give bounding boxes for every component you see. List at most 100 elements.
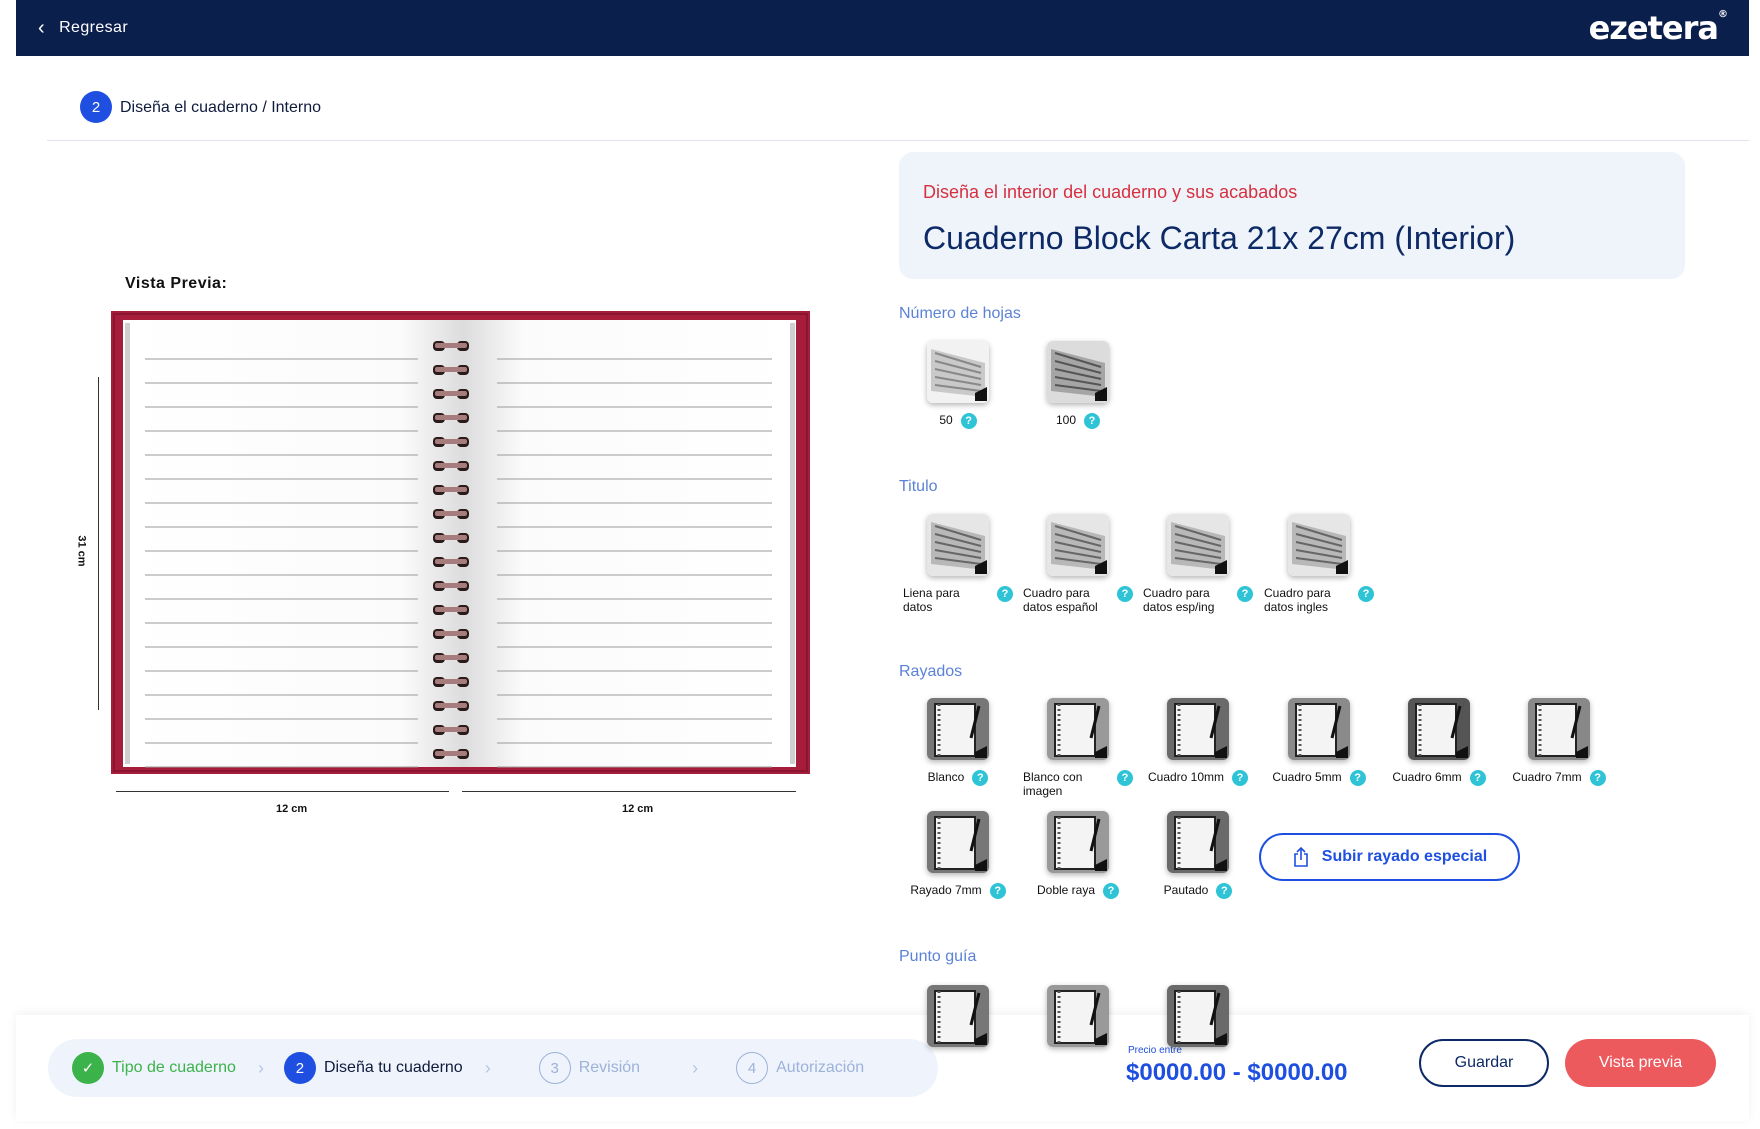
option-titulo-4[interactable]: Cuadro para datos ingles?	[1264, 514, 1374, 614]
step-revision[interactable]: 3 Revisión	[538, 1052, 641, 1084]
product-title: Cuaderno Block Carta 21x 27cm (Interior)	[923, 220, 1516, 256]
thumbnail	[927, 985, 989, 1047]
height-dimension-line	[98, 377, 99, 710]
option-label: Cuadro para datos español	[1023, 586, 1098, 614]
step-tipo-de-cuaderno[interactable]: ✓ Tipo de cuaderno	[72, 1052, 236, 1084]
upload-special-ruling-button[interactable]: Subir rayado especial	[1259, 833, 1520, 881]
progress-stepper: ✓ Tipo de cuaderno › 2 Diseña tu cuadern…	[48, 1039, 938, 1097]
step-label: Autorización	[776, 1059, 865, 1076]
option-label: Rayado 7mm	[910, 883, 982, 897]
check-icon: ✓	[72, 1052, 104, 1084]
help-icon[interactable]: ?	[997, 586, 1013, 602]
thumbnail	[1047, 698, 1109, 760]
help-icon[interactable]: ?	[1358, 586, 1374, 602]
option-punto-2[interactable]	[1023, 985, 1133, 1047]
thumbnail	[1047, 985, 1109, 1047]
step-number: 3	[538, 1052, 571, 1084]
help-icon[interactable]: ?	[1349, 770, 1366, 786]
thumbnail	[1288, 698, 1350, 760]
thumbnail	[927, 514, 989, 576]
option-label: Blanco	[927, 770, 965, 784]
help-icon[interactable]: ?	[960, 413, 977, 429]
left-width-dimension-line	[116, 791, 449, 792]
step-title: Diseña el cuaderno / Interno	[120, 99, 322, 116]
option-label: Doble raya	[1036, 883, 1096, 897]
option-rayado-7[interactable]: Rayado 7mm?	[903, 811, 1013, 899]
thumbnail	[1167, 811, 1229, 873]
thumbnail	[927, 811, 989, 873]
chevron-right-icon: ›	[484, 1057, 491, 1078]
left-width-label: 12 cm	[276, 803, 308, 815]
help-icon[interactable]: ?	[972, 770, 989, 786]
option-label: Cuadro 6mm	[1392, 770, 1462, 784]
step-autorizacion[interactable]: 4 Autorización	[736, 1052, 864, 1084]
thumbnail	[1167, 985, 1229, 1047]
help-icon[interactable]: ?	[1117, 586, 1133, 602]
help-icon[interactable]: ?	[1469, 770, 1486, 786]
section-title-hojas: Número de hojas	[899, 305, 1021, 322]
option-rayado-2[interactable]: Blanco con imagen?	[1023, 698, 1133, 798]
option-label: 100	[1055, 413, 1077, 427]
step-disena-tu-cuaderno[interactable]: 2 Diseña tu cuaderno	[283, 1052, 463, 1084]
option-label: 50	[939, 413, 953, 427]
option-label: Cuadro 5mm	[1272, 770, 1342, 784]
step-number-badge: 2	[80, 91, 112, 123]
upload-icon	[1293, 847, 1308, 867]
option-punto-3[interactable]	[1143, 985, 1253, 1047]
preview-button[interactable]: Vista previa	[1565, 1039, 1716, 1087]
option-label: Cuadro 10mm	[1147, 770, 1225, 784]
option-hojas-50[interactable]: 50?	[903, 341, 1013, 429]
pages-thumbnail	[927, 341, 989, 403]
option-titulo-1[interactable]: Liena para datos?	[903, 514, 1013, 614]
thumbnail	[1047, 811, 1109, 873]
option-rayado-5[interactable]: Cuadro 6mm?	[1384, 698, 1494, 786]
notebook-preview	[111, 311, 810, 774]
section-title-titulo: Titulo	[899, 478, 938, 495]
save-button[interactable]: Guardar	[1419, 1039, 1549, 1087]
option-label: Pautado	[1163, 883, 1209, 897]
option-punto-1[interactable]	[903, 985, 1013, 1047]
option-rayado-1[interactable]: Blanco?	[903, 698, 1013, 786]
option-label: Cuadro para datos ingles	[1264, 586, 1331, 614]
chevron-right-icon: ›	[692, 1057, 699, 1078]
upload-label: Subir rayado especial	[1321, 848, 1488, 865]
help-icon[interactable]: ?	[1232, 770, 1249, 786]
section-title-punto: Punto guía	[899, 948, 977, 965]
step-number: 2	[283, 1052, 316, 1084]
thumbnail	[1288, 514, 1350, 576]
option-label: Blanco con imagen	[1023, 770, 1083, 798]
thumbnail	[1047, 514, 1109, 576]
chevron-right-icon: ›	[257, 1057, 264, 1078]
help-icon[interactable]: ?	[989, 883, 1006, 899]
top-bar: ‹ Regresar ezetera®	[16, 0, 1749, 56]
help-icon[interactable]: ?	[1216, 883, 1233, 899]
back-button[interactable]: ‹ Regresar	[38, 18, 128, 38]
help-icon[interactable]: ?	[1237, 586, 1253, 602]
product-subtitle: Diseña el interior del cuaderno y sus ac…	[923, 182, 1298, 202]
section-title-rayados: Rayados	[899, 663, 963, 680]
help-icon[interactable]: ?	[1117, 770, 1133, 786]
option-titulo-2[interactable]: Cuadro para datos español?	[1023, 514, 1133, 614]
back-label: Regresar	[59, 19, 129, 36]
option-label: Cuadro para datos esp/ing	[1143, 586, 1215, 614]
help-icon[interactable]: ?	[1103, 883, 1120, 899]
right-width-dimension-line	[462, 791, 796, 792]
logo[interactable]: ezetera®	[1589, 9, 1728, 47]
option-titulo-3[interactable]: Cuadro para datos esp/ing?	[1143, 514, 1253, 614]
help-icon[interactable]: ?	[1589, 770, 1606, 786]
step-label: Revisión	[578, 1059, 641, 1076]
thumbnail	[1528, 698, 1590, 760]
option-rayado-3[interactable]: Cuadro 10mm?	[1143, 698, 1253, 786]
option-hojas-100[interactable]: 100?	[1023, 341, 1133, 429]
step-label: Diseña tu cuaderno	[323, 1059, 463, 1076]
option-rayado-4[interactable]: Cuadro 5mm?	[1264, 698, 1374, 786]
option-rayado-8[interactable]: Doble raya?	[1023, 811, 1133, 899]
step-label: Tipo de cuaderno	[112, 1059, 236, 1076]
help-icon[interactable]: ?	[1084, 413, 1101, 429]
option-rayado-9[interactable]: Pautado?	[1143, 811, 1253, 899]
option-rayado-6[interactable]: Cuadro 7mm?	[1504, 698, 1614, 786]
thumbnail	[1167, 514, 1229, 576]
price-range: $0000.00 - $0000.00	[1126, 1059, 1348, 1086]
right-width-label: 12 cm	[622, 803, 654, 815]
thumbnail	[927, 698, 989, 760]
